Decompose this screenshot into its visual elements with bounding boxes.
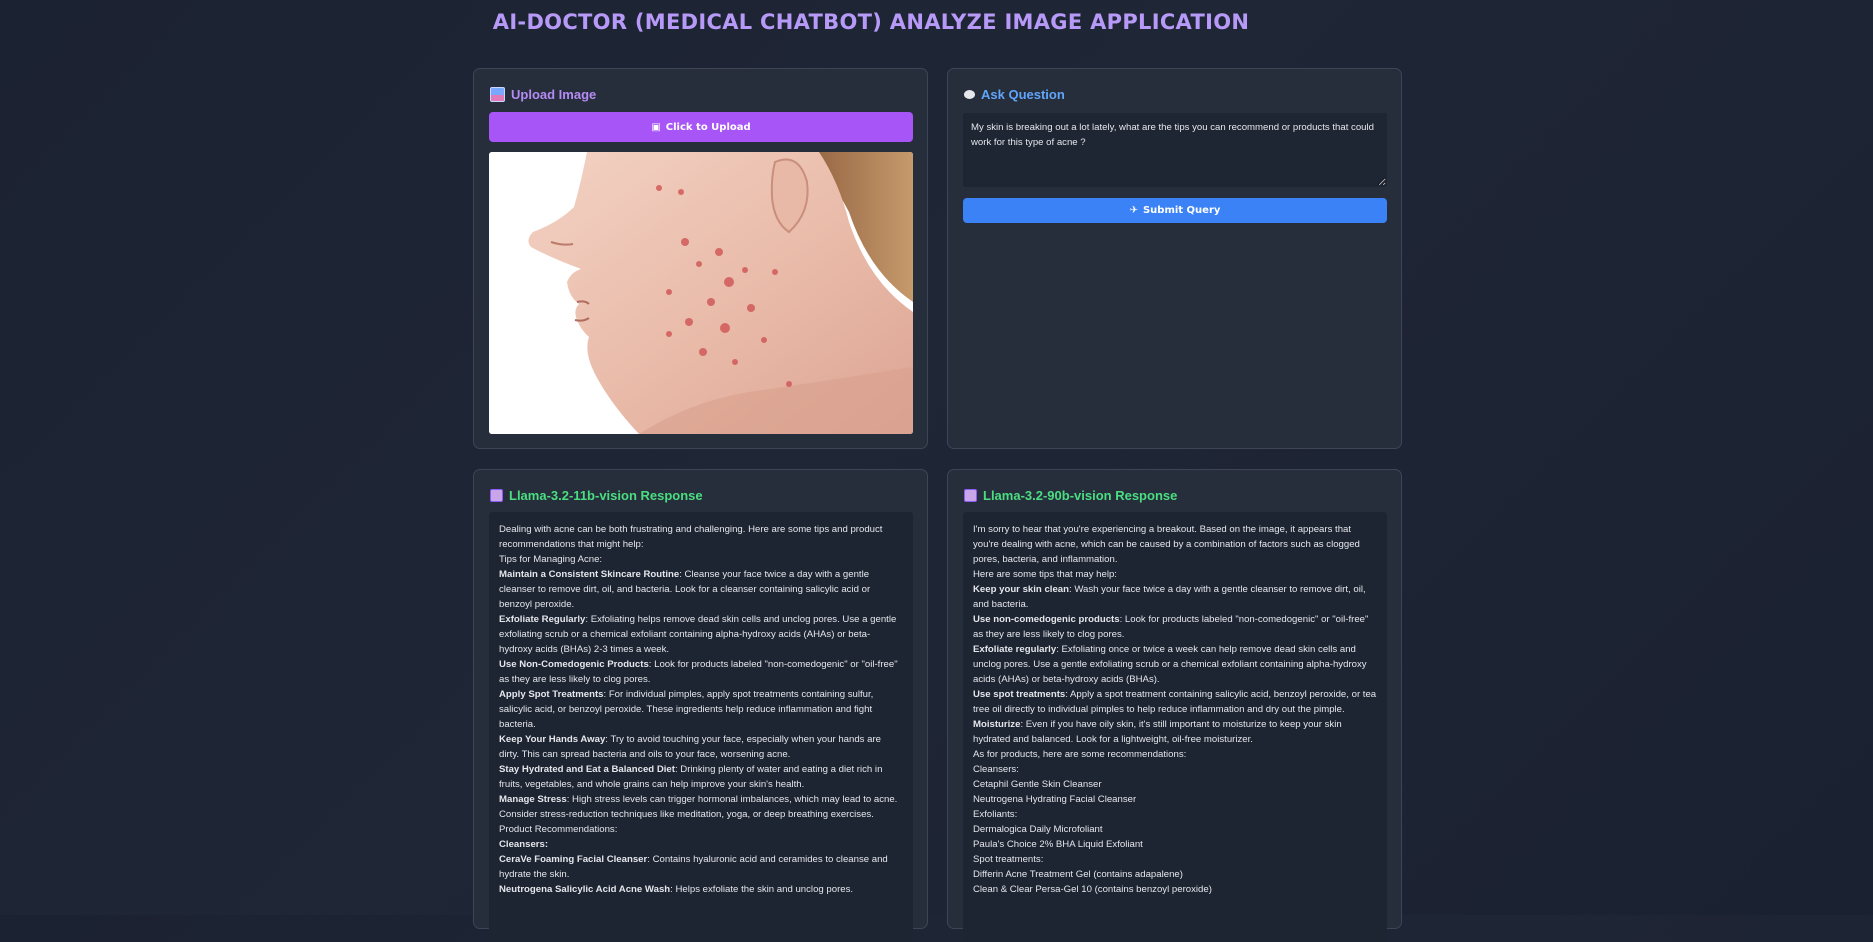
response-90b-heading-label: Llama-3.2-90b-vision Response — [983, 488, 1178, 503]
response-90b-card: Llama-3.2-90b-vision Response I'm sorry … — [947, 469, 1402, 942]
response-line: Dermalogica Daily Microfoliant — [973, 822, 1377, 837]
response-line: Use non-comedogenic products: Look for p… — [973, 612, 1377, 642]
response-90b-heading: Llama-3.2-90b-vision Response — [964, 488, 1177, 503]
image-icon — [490, 87, 505, 102]
response-line-text: Spot treatments: — [973, 854, 1044, 865]
response-11b-card: Llama-3.2-11b-vision Response Dealing wi… — [473, 469, 928, 942]
response-line-text: Dermalogica Daily Microfoliant — [973, 824, 1103, 835]
page-title: AI-DOCTOR (MEDICAL CHATBOT) ANALYZE IMAG… — [492, 10, 1250, 34]
response-line-bold: Keep your skin clean — [973, 584, 1069, 595]
upload-heading-label: Upload Image — [511, 87, 597, 102]
ask-heading: Ask Question — [964, 87, 1065, 102]
response-line-text: As for products, here are some recommend… — [973, 749, 1187, 760]
response-line: I'm sorry to hear that you're experienci… — [973, 522, 1377, 567]
response-line-text: : Helps exfoliate the skin and unclog po… — [670, 884, 854, 895]
submit-button-label: Submit Query — [1142, 205, 1221, 216]
response-line: Clean & Clear Persa-Gel 10 (contains ben… — [973, 882, 1377, 897]
response-line-bold: Stay Hydrated and Eat a Balanced Diet — [499, 764, 675, 775]
robot-icon — [490, 489, 503, 502]
response-line: Differin Acne Treatment Gel (contains ad… — [973, 867, 1377, 882]
response-line: Maintain a Consistent Skincare Routine: … — [499, 567, 903, 612]
upload-button-label: Click to Upload — [665, 121, 751, 133]
response-line-bold: Use non-comedogenic products — [973, 614, 1120, 625]
response-line-text: Tips for Managing Acne: — [499, 554, 603, 565]
camera-icon: ▣ — [651, 121, 661, 133]
response-line: As for products, here are some recommend… — [973, 747, 1377, 762]
rocket-icon: ✈ — [1129, 205, 1138, 216]
response-line-text: Cetaphil Gentle Skin Cleanser — [973, 779, 1102, 790]
response-line: Moisturize: Even if you have oily skin, … — [973, 717, 1377, 747]
response-line: Stay Hydrated and Eat a Balanced Diet: D… — [499, 762, 903, 792]
question-input[interactable] — [963, 113, 1387, 187]
response-line-bold: Moisturize — [973, 719, 1021, 730]
response-line-text: Paula's Choice 2% BHA Liquid Exfoliant — [973, 839, 1143, 850]
response-line: Spot treatments: — [973, 852, 1377, 867]
response-line-text: Here are some tips that may help: — [973, 569, 1117, 580]
response-line-text: Dealing with acne can be both frustratin… — [499, 524, 883, 550]
response-line-text: Neutrogena Hydrating Facial Cleanser — [973, 794, 1137, 805]
submit-query-button[interactable]: ✈ Submit Query — [963, 198, 1387, 223]
response-line: Manage Stress: High stress levels can tr… — [499, 792, 903, 822]
response-line-bold: CeraVe Foaming Facial Cleanser — [499, 854, 648, 865]
response-line: Use spot treatments: Apply a spot treatm… — [973, 687, 1377, 717]
response-line: Exfoliate regularly: Exfoliating once or… — [973, 642, 1377, 687]
response-line: Exfoliate Regularly: Exfoliating helps r… — [499, 612, 903, 657]
response-line-bold: Manage Stress — [499, 794, 567, 805]
response-line-bold: Keep Your Hands Away — [499, 734, 606, 745]
ask-heading-label: Ask Question — [981, 87, 1065, 102]
upload-heading: Upload Image — [490, 87, 596, 102]
response-line: Neutrogena Salicylic Acid Acne Wash: Hel… — [499, 882, 903, 897]
response-11b-heading-label: Llama-3.2-11b-vision Response — [509, 488, 703, 503]
response-line: Use Non-Comedogenic Products: Look for p… — [499, 657, 903, 687]
speech-bubble-icon — [964, 90, 975, 99]
response-line-text: : Even if you have oily skin, it's still… — [973, 719, 1342, 745]
response-line-bold: Exfoliate regularly — [973, 644, 1057, 655]
response-line-bold: Cleansers: — [499, 839, 549, 850]
response-line: CeraVe Foaming Facial Cleanser: Contains… — [499, 852, 903, 882]
response-line: Keep your skin clean: Wash your face twi… — [973, 582, 1377, 612]
response-line-bold: Exfoliate Regularly — [499, 614, 586, 625]
robot-icon — [964, 489, 977, 502]
response-line: Here are some tips that may help: — [973, 567, 1377, 582]
response-line: Paula's Choice 2% BHA Liquid Exfoliant — [973, 837, 1377, 852]
response-line: Cetaphil Gentle Skin Cleanser — [973, 777, 1377, 792]
ask-card: Ask Question ✈ Submit Query — [947, 68, 1402, 449]
response-line-bold: Maintain a Consistent Skincare Routine — [499, 569, 680, 580]
response-line-text: I'm sorry to hear that you're experienci… — [973, 524, 1360, 565]
response-90b-text: I'm sorry to hear that you're experienci… — [963, 512, 1387, 942]
response-line: Neutrogena Hydrating Facial Cleanser — [973, 792, 1377, 807]
response-11b-heading: Llama-3.2-11b-vision Response — [490, 488, 703, 503]
uploaded-image — [489, 152, 913, 434]
response-line: Dealing with acne can be both frustratin… — [499, 522, 903, 552]
response-line-text: Clean & Clear Persa-Gel 10 (contains ben… — [973, 884, 1212, 895]
response-line: Tips for Managing Acne: — [499, 552, 903, 567]
response-line-bold: Neutrogena Salicylic Acid Acne Wash — [499, 884, 671, 895]
face-photo — [489, 152, 913, 434]
response-line-text: Product Recommendations: — [499, 824, 618, 835]
response-line: Apply Spot Treatments: For individual pi… — [499, 687, 903, 732]
response-line-text: Exfoliants: — [973, 809, 1018, 820]
response-line-bold: Use spot treatments — [973, 689, 1066, 700]
response-line: Product Recommendations: — [499, 822, 903, 837]
response-line-bold: Apply Spot Treatments — [499, 689, 604, 700]
upload-button[interactable]: ▣ Click to Upload — [489, 112, 913, 142]
response-line-text: Differin Acne Treatment Gel (contains ad… — [973, 869, 1183, 880]
response-line: Keep Your Hands Away: Try to avoid touch… — [499, 732, 903, 762]
response-11b-text: Dealing with acne can be both frustratin… — [489, 512, 913, 942]
upload-card: Upload Image ▣ Click to Upload — [473, 68, 928, 449]
response-line: Cleansers: — [973, 762, 1377, 777]
response-line-bold: Use Non-Comedogenic Products — [499, 659, 649, 670]
response-line: Exfoliants: — [973, 807, 1377, 822]
response-line-text: Cleansers: — [973, 764, 1019, 775]
response-line: Cleansers: — [499, 837, 903, 852]
